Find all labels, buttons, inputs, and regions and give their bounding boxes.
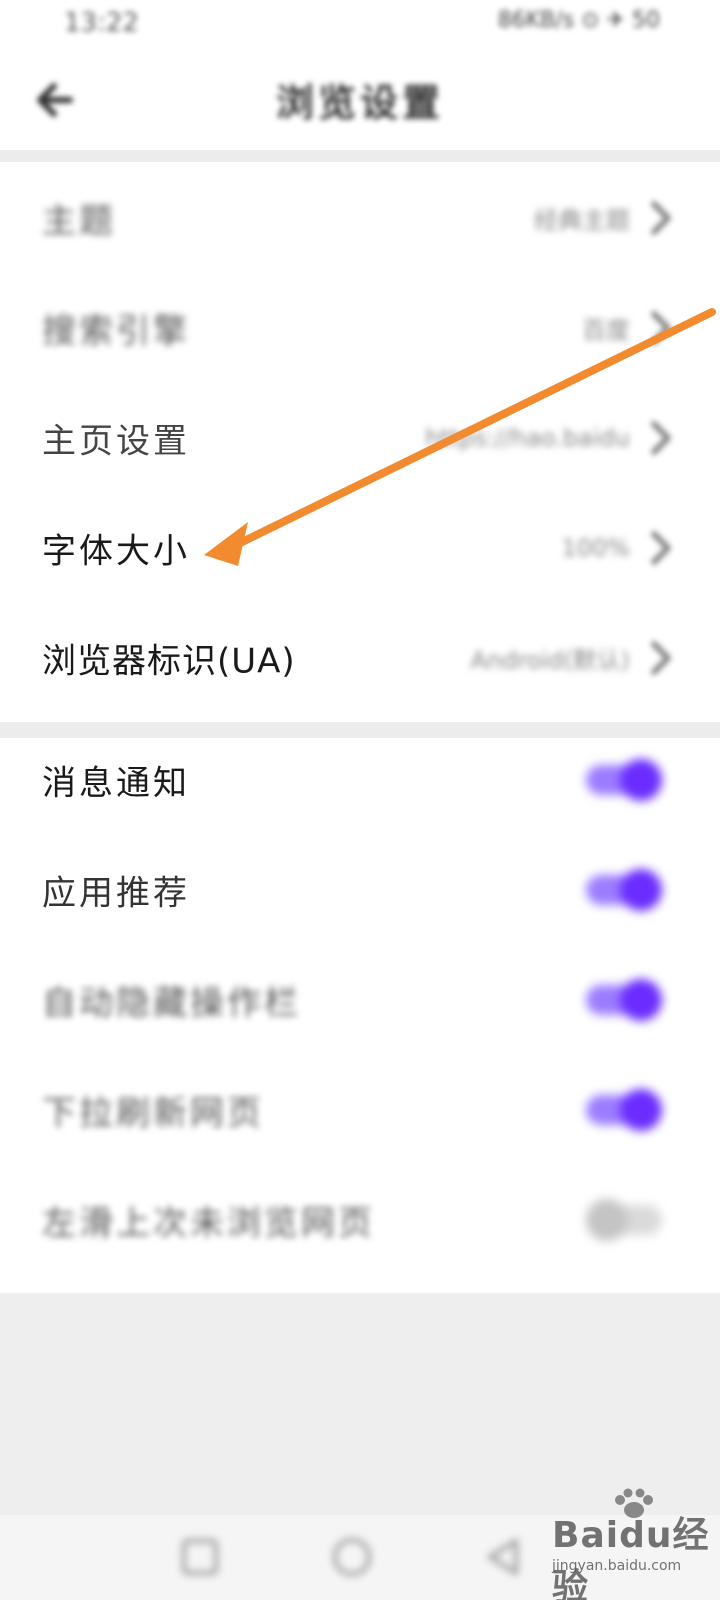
setting-value: 100%	[561, 534, 630, 562]
watermark: Baidu经验 jingyan.baidu.com	[552, 1488, 712, 1600]
chevron-right-icon	[651, 531, 671, 565]
app-header: 浏览设置	[0, 50, 720, 150]
setting-value: Android(默认)	[470, 646, 630, 675]
empty-area	[0, 1293, 720, 1515]
setting-row-app-recommend[interactable]: 应用推荐	[0, 834, 720, 946]
setting-label: 自动隐藏操作栏	[42, 983, 301, 1024]
setting-label: 浏览器标识(UA)	[42, 641, 296, 682]
watermark-text: Baidu经验	[552, 1515, 710, 1600]
setting-row-swipe-unviewed[interactable]: 左滑上次未浏览网页	[0, 1164, 720, 1276]
home-icon[interactable]	[322, 1527, 382, 1587]
setting-row-font-size[interactable]: 字体大小 100%	[0, 492, 720, 604]
auto-hide-toolbar-toggle[interactable]	[586, 979, 662, 1021]
setting-label: 下拉刷新网页	[42, 1093, 264, 1134]
setting-label: 应用推荐	[42, 873, 190, 914]
status-time: 13:22	[64, 8, 139, 38]
setting-value: https://hao.baidu	[425, 424, 630, 452]
setting-row-search-engine[interactable]: 搜索引擎 百度	[0, 272, 720, 384]
page-title: 浏览设置	[275, 80, 444, 125]
setting-label: 主页设置	[42, 421, 190, 462]
chevron-right-icon	[651, 421, 671, 455]
setting-row-auto-hide-toolbar[interactable]: 自动隐藏操作栏	[0, 944, 720, 1056]
watermark-url: jingyan.baidu.com	[552, 1558, 682, 1574]
pull-refresh-toggle[interactable]	[586, 1089, 662, 1131]
setting-label: 左滑上次未浏览网页	[42, 1203, 375, 1244]
chevron-right-icon	[651, 641, 671, 675]
chevron-right-icon	[651, 311, 671, 345]
setting-label: 字体大小	[42, 531, 190, 572]
setting-value: 经典主题	[534, 206, 630, 235]
setting-value: 百度	[582, 316, 630, 345]
settings-group-general: 主题 经典主题 搜索引擎 百度 主页设置 https://hao.baidu 字…	[0, 162, 720, 722]
screen: 13:22 86KB/s ⊙ ✈ 50 浏览设置 主题 经典主题 搜索引擎 百度…	[0, 0, 720, 1600]
setting-label: 搜索引擎	[42, 311, 190, 352]
setting-label: 主题	[42, 201, 116, 242]
status-icons: 86KB/s ⊙ ✈ 50	[497, 8, 660, 33]
recents-icon[interactable]	[170, 1527, 230, 1587]
back-icon[interactable]	[474, 1527, 534, 1587]
settings-group-toggles: 消息通知 应用推荐 自动隐藏操作栏 下拉刷新网页 左滑上次未浏览网页	[0, 738, 720, 1293]
notifications-toggle[interactable]	[586, 759, 662, 801]
setting-row-theme[interactable]: 主题 经典主题	[0, 162, 720, 274]
setting-row-homepage[interactable]: 主页设置 https://hao.baidu	[0, 382, 720, 494]
setting-row-user-agent[interactable]: 浏览器标识(UA) Android(默认)	[0, 602, 720, 714]
swipe-unviewed-toggle[interactable]	[586, 1199, 662, 1241]
status-bar: 13:22 86KB/s ⊙ ✈ 50	[0, 0, 720, 50]
setting-label: 消息通知	[42, 763, 190, 804]
setting-row-pull-refresh[interactable]: 下拉刷新网页	[0, 1054, 720, 1166]
setting-row-notifications[interactable]: 消息通知	[0, 724, 720, 836]
app-recommend-toggle[interactable]	[586, 869, 662, 911]
chevron-right-icon	[651, 201, 671, 235]
